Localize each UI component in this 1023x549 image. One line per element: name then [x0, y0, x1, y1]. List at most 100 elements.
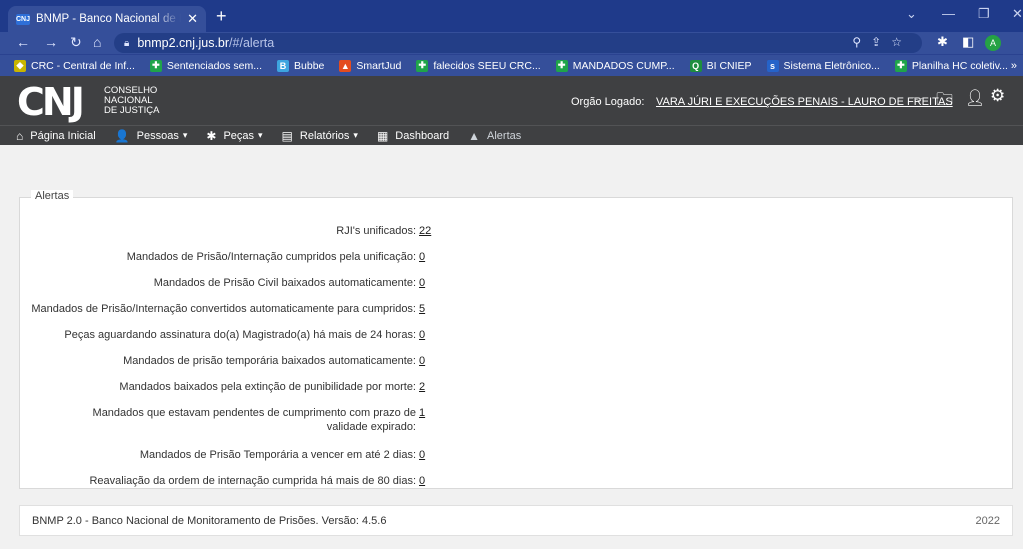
alert-row: Mandados de prisão temporária baixados a…: [20, 354, 450, 368]
menu-item-pecas[interactable]: ✱ Peças ▾: [206, 129, 262, 143]
bookmark-item[interactable]: ✚ MANDADOS CUMP...: [555, 59, 675, 72]
close-tab-icon[interactable]: ✕: [187, 11, 198, 27]
new-tab-button[interactable]: +: [216, 7, 227, 25]
bubbe-icon: B: [277, 59, 290, 72]
alert-label: Mandados de Prisão/Internação convertido…: [31, 303, 416, 315]
app-header: CNJ CONSELHO NACIONAL DE JUSTIÇA Orgão L…: [0, 76, 1023, 125]
address-bar[interactable]: 🔒︎ bnmp2.cnj.jus.br/#/alerta ⚲⇪☆: [114, 33, 922, 53]
alert-row: Mandados baixados pela extinção de punib…: [20, 380, 450, 394]
alert-row: RJI's unificados: 22: [20, 224, 450, 238]
bookmark-item[interactable]: ◆ CRC - Central de Inf...: [14, 59, 135, 72]
logo-line-3: DE JUSTIÇA: [104, 105, 160, 116]
menu-item-pessoas[interactable]: 👤 Pessoas ▾: [115, 129, 188, 143]
bookmark-label: Sentenciados sem...: [166, 59, 263, 72]
home-icon[interactable]: ⌂: [93, 34, 101, 50]
url-host: bnmp2.cnj.jus.br: [137, 36, 230, 50]
alert-label: Reavaliação da ordem de internação cumpr…: [89, 475, 416, 487]
alert-count-link[interactable]: 0: [419, 250, 425, 264]
bookmark-item[interactable]: B Bubbe: [277, 59, 324, 72]
user-icon[interactable]: 👤︎: [965, 88, 985, 108]
zoom-icon[interactable]: ⚲: [852, 35, 871, 49]
warning-icon: ▲: [468, 128, 481, 143]
browser-tab[interactable]: CNJ BNMP - Banco Nacional de Mand ✕: [8, 6, 206, 32]
alert-count-link[interactable]: 1: [419, 406, 425, 434]
seu-icon: s: [766, 59, 779, 72]
lock-icon: 🔒︎: [124, 37, 130, 49]
alert-row: Mandados de Prisão Temporária a vencer e…: [20, 448, 450, 462]
minimize-icon[interactable]: —: [942, 6, 955, 21]
alert-count-link[interactable]: 22: [419, 224, 431, 238]
share-icon[interactable]: ⇪: [871, 35, 891, 49]
alert-count-link[interactable]: 5: [419, 302, 425, 316]
alert-label: RJI's unificados:: [336, 225, 416, 237]
menu-item-pagina-inicial[interactable]: ⌂ Página Inicial: [16, 129, 96, 143]
reload-icon[interactable]: ↻: [70, 34, 82, 51]
menu-item-alertas[interactable]: ▲ Alertas: [468, 129, 521, 143]
menu-item-dashboard[interactable]: ▦ Dashboard: [377, 129, 449, 143]
menu-item-label: Dashboard: [395, 129, 450, 142]
bookmark-label: CRC - Central de Inf...: [31, 59, 135, 72]
alert-count-link[interactable]: 0: [419, 474, 425, 488]
bookmarks-overflow-icon[interactable]: »: [1011, 60, 1017, 72]
orgao-select[interactable]: VARA JÚRI E EXECUÇÕES PENAIS - LAURO DE …: [656, 96, 953, 108]
alert-label: Mandados que estavam pendentes de cumpri…: [92, 407, 416, 433]
cnj-favicon-icon: CNJ: [16, 13, 31, 25]
alert-label: Mandados de Prisão/Internação cumpridos …: [126, 251, 416, 263]
alert-count-link[interactable]: 2: [419, 380, 425, 394]
close-window-icon[interactable]: ✕: [1012, 6, 1023, 22]
chevron-down-icon[interactable]: ﹀: [913, 94, 924, 110]
bookmark-item[interactable]: s Sistema Eletrônico...: [766, 59, 880, 72]
folder-icon[interactable]: 🗀: [936, 87, 953, 116]
forward-arrow-icon[interactable]: →: [44, 34, 58, 50]
orgao-label: Orgão Logado:: [571, 96, 645, 108]
alert-row: Mandados de Prisão/Internação cumpridos …: [20, 250, 450, 264]
restore-icon[interactable]: ❐: [978, 6, 990, 22]
omnibox-actions: ⚲⇪☆: [852, 35, 912, 49]
profile-avatar[interactable]: A: [985, 35, 1001, 51]
alert-count-link[interactable]: 0: [419, 354, 425, 368]
crc-icon: ◆: [14, 59, 26, 72]
bookmark-label: Planilha HC coletiv...: [911, 59, 1008, 72]
bookmark-label: Sistema Eletrônico...: [783, 59, 880, 72]
bookmark-label: SmartJud: [356, 59, 402, 72]
alert-count-link[interactable]: 0: [419, 328, 425, 342]
alert-count-link[interactable]: 0: [419, 276, 425, 290]
cnj-logo-text: CONSELHO NACIONAL DE JUSTIÇA: [104, 86, 159, 116]
chevron-down-icon: ▾: [258, 130, 263, 140]
bookmark-item[interactable]: ✚ Planilha HC coletiv...: [894, 59, 1008, 72]
menu-item-label: Página Inicial: [30, 129, 96, 142]
alert-label: Mandados baixados pela extinção de punib…: [119, 381, 416, 393]
back-arrow-icon[interactable]: ←: [16, 34, 30, 50]
alert-row: Mandados que estavam pendentes de cumpri…: [20, 406, 450, 434]
footer: BNMP 2.0 - Banco Nacional de Monitoramen…: [19, 505, 1013, 536]
alert-label: Peças aguardando assinatura do(a) Magist…: [64, 329, 416, 341]
extensions-icon[interactable]: ✱: [937, 34, 948, 50]
url-path: /#/alerta: [229, 36, 275, 50]
alerts-fieldset: Alertas RJI's unificados: 22 Mandados de P…: [19, 190, 1013, 489]
browser-tabstrip: CNJ BNMP - Banco Nacional de Mand ✕ + ⌄ …: [0, 0, 1023, 32]
menu-item-relatorios[interactable]: ▤ Relatórios ▾: [282, 129, 358, 143]
alert-count-link[interactable]: 0: [419, 448, 425, 462]
chevron-down-icon: ▾: [353, 130, 358, 140]
gear-icon[interactable]: ⚙: [990, 86, 1005, 106]
dashboard-icon: ▦: [376, 128, 389, 143]
browser-toolbar: ← → ↻ ⌂ 🔒︎ bnmp2.cnj.jus.br/#/alerta ⚲⇪☆…: [0, 32, 1023, 54]
tab-search-icon[interactable]: ⌄: [906, 6, 917, 22]
menu-item-label: Relatórios: [299, 129, 350, 142]
menu-item-label: Pessoas: [136, 129, 179, 142]
bookmark-label: MANDADOS CUMP...: [572, 59, 675, 72]
bookmark-item[interactable]: Q BI CNIEP: [689, 59, 752, 72]
bookmark-item[interactable]: ▲ SmartJud: [339, 59, 402, 72]
alerts-legend: Alertas: [31, 190, 74, 202]
alert-label: Mandados de Prisão Temporária a vencer e…: [139, 449, 416, 461]
bookmark-item[interactable]: ✚ falecidos SEEU CRC...: [416, 59, 541, 72]
cnj-logo[interactable]: CNJ: [17, 83, 85, 121]
bookmark-item[interactable]: ✚ Sentenciados sem...: [149, 59, 263, 72]
menu-item-label: Alertas: [487, 129, 522, 142]
footer-version: BNMP 2.0 - Banco Nacional de Monitoramen…: [32, 515, 387, 527]
star-icon[interactable]: ☆: [891, 35, 912, 49]
person-icon: 👤: [114, 128, 130, 143]
alert-row: Mandados de Prisão/Internação convertido…: [20, 302, 450, 316]
puzzle-icon: ✱: [206, 128, 217, 143]
sidepanel-icon[interactable]: ◧: [962, 34, 974, 50]
